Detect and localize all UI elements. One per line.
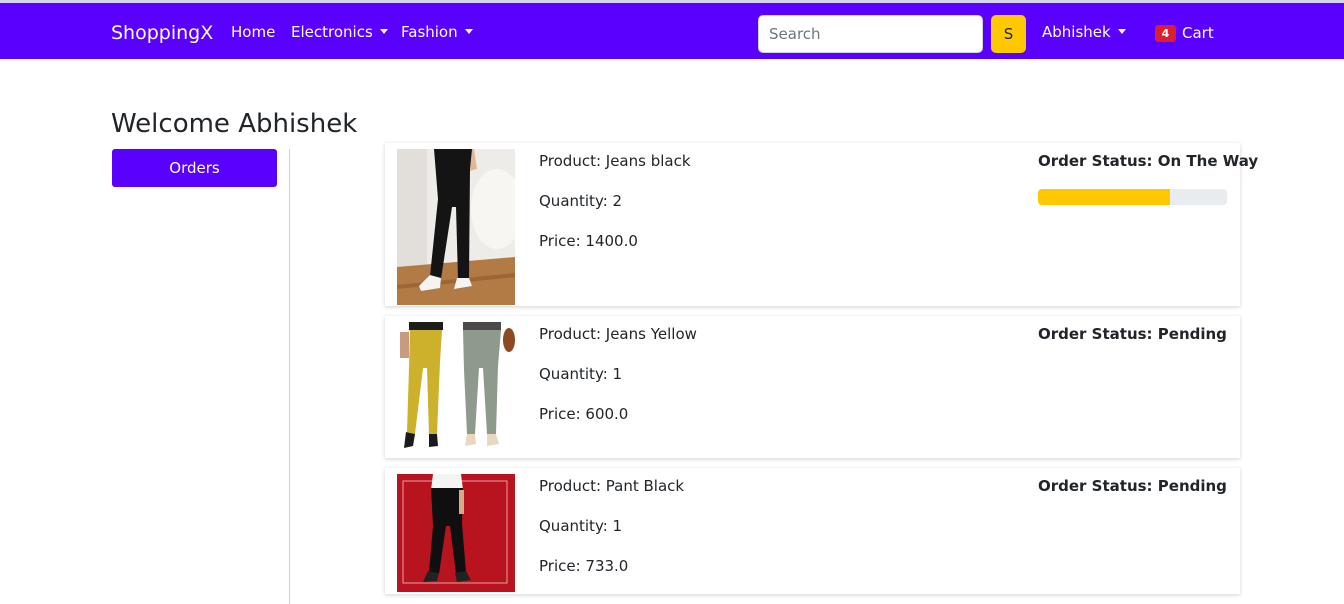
- product-price: Price: 733.0: [539, 557, 629, 575]
- nav-electronics-label: Electronics: [291, 23, 373, 41]
- product-image: [397, 149, 515, 305]
- order-card: Product: Jeans Yellow Quantity: 1 Price:…: [385, 316, 1240, 458]
- product-quantity: Quantity: 2: [539, 192, 623, 210]
- order-info: Product: Jeans Yellow Quantity: 1 Price:…: [539, 326, 697, 446]
- product-image: [397, 322, 515, 452]
- product-quantity: Quantity: 1: [539, 517, 623, 535]
- order-card: Product: Pant Black Quantity: 1 Price: 7…: [385, 468, 1240, 594]
- caret-down-icon: [379, 29, 388, 34]
- product-name: Product: Jeans black: [539, 152, 691, 170]
- nav-fashion-label: Fashion: [401, 23, 458, 41]
- caret-down-icon: [1117, 29, 1126, 34]
- product-name: Product: Jeans Yellow: [539, 325, 697, 343]
- order-progress-fill: [1038, 189, 1171, 205]
- order-status: Order Status: Pending: [1038, 477, 1227, 495]
- cart-label: Cart: [1182, 24, 1214, 42]
- user-dropdown[interactable]: Abhishek: [1042, 22, 1126, 42]
- nav-electronics-dropdown[interactable]: Electronics: [291, 22, 388, 42]
- search-button[interactable]: S: [991, 15, 1026, 53]
- search-input[interactable]: [758, 15, 983, 53]
- order-progress-bar: [1038, 189, 1227, 205]
- product-image: [397, 474, 515, 592]
- nav-home-link[interactable]: Home: [231, 22, 275, 42]
- nav-fashion-dropdown[interactable]: Fashion: [401, 22, 473, 42]
- navbar: ShoppingX Home Electronics Fashion S Abh…: [0, 3, 1344, 59]
- sidebar-divider: [289, 149, 290, 604]
- order-status: Order Status: Pending: [1038, 325, 1227, 343]
- product-price: Price: 1400.0: [539, 232, 638, 250]
- order-status: Order Status: On The Way: [1038, 152, 1259, 170]
- order-card: Product: Jeans black Quantity: 2 Price: …: [385, 143, 1258, 306]
- brand-link[interactable]: ShoppingX: [111, 22, 213, 44]
- user-name: Abhishek: [1042, 23, 1111, 41]
- welcome-heading: Welcome Abhishek: [111, 109, 358, 139]
- product-name: Product: Pant Black: [539, 477, 685, 495]
- cart-count-badge: 4: [1155, 24, 1176, 42]
- orders-button[interactable]: Orders: [112, 149, 277, 187]
- product-quantity: Quantity: 1: [539, 365, 623, 383]
- order-info: Product: Pant Black Quantity: 1 Price: 7…: [539, 478, 684, 598]
- product-price: Price: 600.0: [539, 405, 629, 423]
- order-info: Product: Jeans black Quantity: 2 Price: …: [539, 153, 691, 273]
- cart-link[interactable]: 4 Cart: [1155, 22, 1214, 44]
- caret-down-icon: [464, 29, 473, 34]
